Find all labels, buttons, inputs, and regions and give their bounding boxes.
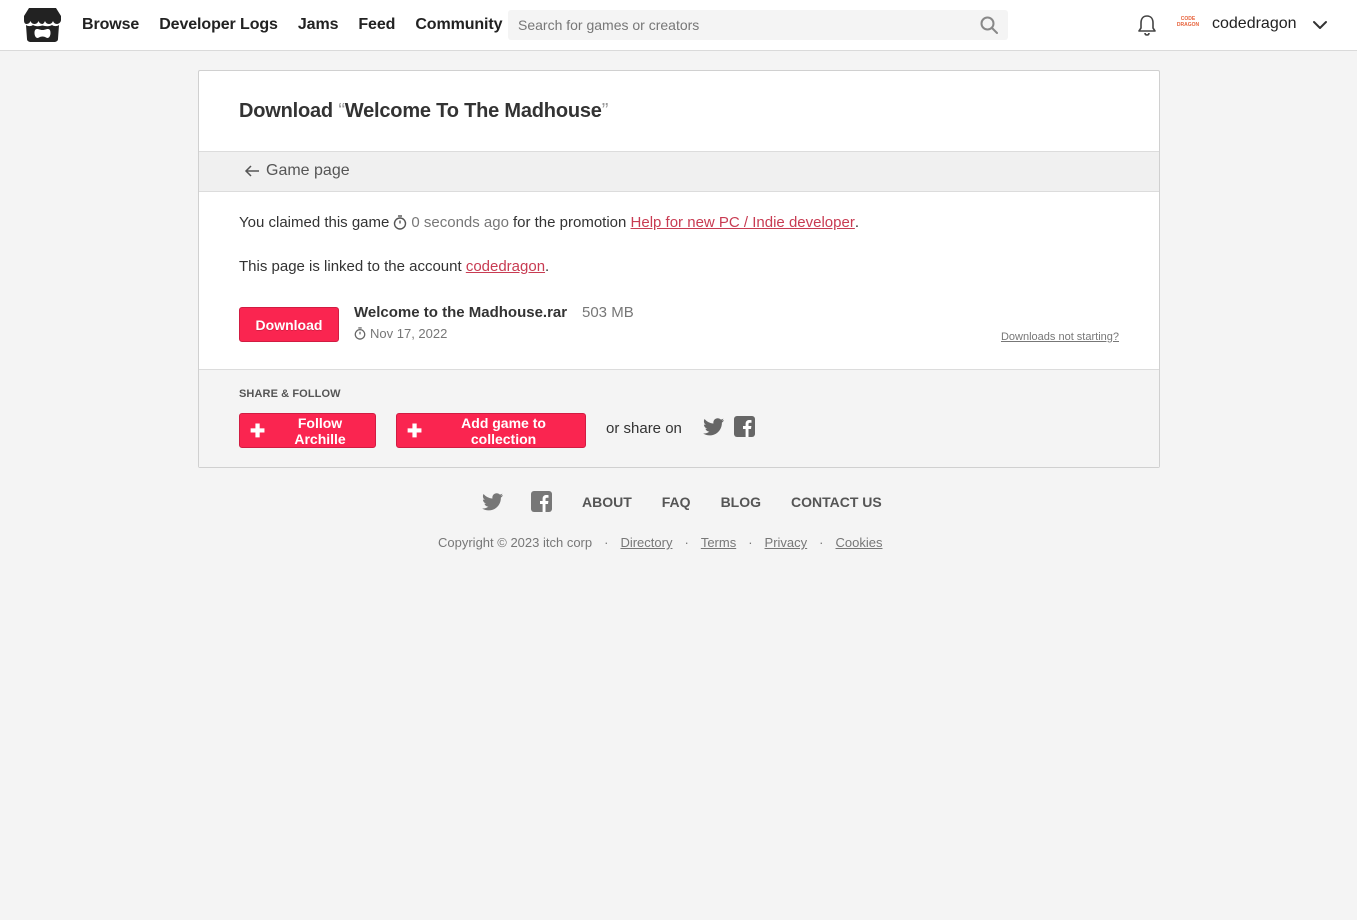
- collection-label: Add game to collection: [461, 414, 546, 447]
- game-title: Welcome To The Madhouse: [344, 100, 602, 122]
- stopwatch-icon: [354, 327, 366, 340]
- footer-facebook-icon[interactable]: [531, 491, 552, 512]
- share-on-label: or share on: [606, 420, 682, 437]
- linked-account-link[interactable]: codedragon: [466, 258, 545, 275]
- footer-terms-link[interactable]: Terms: [701, 535, 736, 550]
- footer-copyright: Copyright © 2023 itch corp · Directory ·…: [438, 535, 882, 550]
- footer-faq-link[interactable]: FAQ: [662, 494, 691, 510]
- footer-separator: ·: [604, 535, 609, 550]
- downloads-not-starting-link[interactable]: Downloads not starting?: [1001, 331, 1119, 343]
- back-bar: Game page: [199, 151, 1159, 192]
- footer-directory-link[interactable]: Directory: [620, 535, 672, 550]
- claim-mid: for the promotion: [512, 214, 627, 231]
- nav-jams[interactable]: Jams: [298, 16, 339, 34]
- page-title: Download “Welcome To The Madhouse”: [239, 100, 608, 123]
- nav-feed[interactable]: Feed: [358, 16, 395, 34]
- footer-cookies-link[interactable]: Cookies: [836, 535, 883, 550]
- file-date-value: Nov 17, 2022: [370, 326, 448, 341]
- linked-account-message: This page is linked to the account coded…: [239, 258, 549, 275]
- footer-about-link[interactable]: ABOUT: [582, 494, 632, 510]
- footer-nav: ABOUT FAQ BLOG CONTACT US: [582, 494, 912, 510]
- chevron-down-icon[interactable]: [1312, 17, 1328, 33]
- search-icon[interactable]: [980, 16, 998, 34]
- plus-icon: ✚: [407, 420, 423, 441]
- search-input[interactable]: [508, 10, 1008, 40]
- game-page-link[interactable]: Game page: [244, 162, 350, 180]
- nav-community[interactable]: Community: [415, 16, 502, 34]
- download-button[interactable]: Download: [239, 307, 339, 342]
- nav-browse[interactable]: Browse: [82, 16, 139, 34]
- plus-icon: ✚: [250, 420, 266, 441]
- follow-label: Follow Archille: [294, 414, 346, 447]
- search-box: [508, 10, 1008, 40]
- claim-time: 0 seconds ago: [389, 214, 509, 231]
- arrow-left-icon: [244, 165, 259, 177]
- promotion-link[interactable]: Help for new PC / Indie developer: [631, 214, 855, 231]
- file-size: 503 MB: [582, 304, 634, 321]
- footer-blog-link[interactable]: BLOG: [721, 494, 761, 510]
- itch-logo-icon[interactable]: [23, 7, 62, 43]
- user-avatar[interactable]: CODE DRAGON: [1175, 13, 1201, 37]
- footer-twitter-icon[interactable]: [482, 492, 504, 512]
- main-nav: Browse Developer Logs Jams Feed Communit…: [82, 0, 522, 50]
- claim-text: You claimed this game: [239, 214, 390, 231]
- download-card: Download “Welcome To The Madhouse” Game …: [198, 70, 1160, 468]
- footer-separator: ·: [819, 535, 824, 550]
- file-name: Welcome to the Madhouse.rar: [354, 304, 568, 321]
- share-heading: SHARE & FOLLOW: [239, 388, 341, 400]
- stopwatch-icon: [394, 215, 407, 230]
- linked-end: .: [545, 258, 550, 275]
- claim-time-value: 0 seconds ago: [411, 214, 509, 231]
- top-header: Browse Developer Logs Jams Feed Communit…: [0, 0, 1357, 51]
- nav-developer-logs[interactable]: Developer Logs: [159, 16, 278, 34]
- copyright-text: Copyright © 2023 itch corp: [438, 535, 593, 550]
- username-label[interactable]: codedragon: [1212, 15, 1297, 33]
- notification-bell-icon[interactable]: [1137, 14, 1157, 36]
- claim-end: .: [854, 214, 859, 231]
- footer-contact-link[interactable]: CONTACT US: [791, 494, 882, 510]
- title-close-quote: ”: [601, 100, 609, 122]
- facebook-icon[interactable]: [734, 416, 755, 437]
- game-page-label: Game page: [266, 162, 350, 179]
- footer-separator: ·: [748, 535, 753, 550]
- footer-privacy-link[interactable]: Privacy: [765, 535, 808, 550]
- follow-button[interactable]: ✚ Follow Archille: [239, 413, 376, 448]
- linked-text: This page is linked to the account: [239, 258, 462, 275]
- twitter-icon[interactable]: [703, 417, 725, 437]
- share-follow-section: SHARE & FOLLOW ✚ Follow Archille ✚ Add g…: [199, 369, 1159, 467]
- add-to-collection-button[interactable]: ✚ Add game to collection: [396, 413, 586, 448]
- file-date: Nov 17, 2022: [354, 326, 447, 341]
- title-prefix: Download: [239, 100, 333, 122]
- footer-separator: ·: [684, 535, 689, 550]
- claim-message: You claimed this game 0 seconds ago for …: [239, 214, 859, 231]
